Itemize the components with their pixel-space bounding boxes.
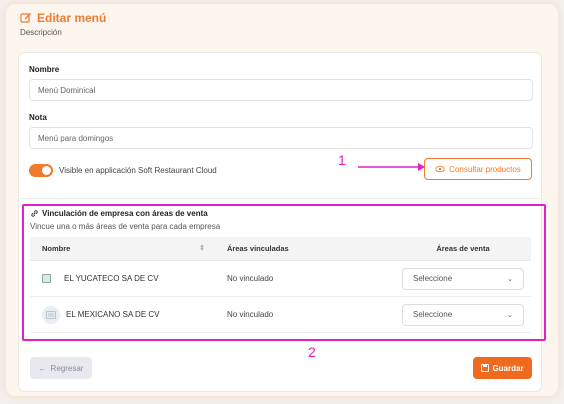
page-subtitle: Descripción [20, 28, 62, 37]
edit-icon [20, 13, 31, 23]
select-value: Seleccione [413, 310, 453, 319]
select-value: Seleccione [413, 274, 453, 283]
back-button[interactable]: ← Regresar [30, 357, 92, 379]
save-button[interactable]: Guardar [473, 357, 532, 379]
back-button-label: Regresar [50, 363, 84, 373]
nota-field[interactable]: Menú para domingos [29, 127, 533, 149]
company-name: EL YUCATECO SA DE CV [64, 274, 159, 283]
column-areas-venta: Áreas de venta [436, 244, 490, 253]
annotation-2: 2 [308, 344, 316, 360]
sales-area-select[interactable]: Seleccione ⌄ [402, 303, 524, 326]
nombre-field[interactable]: Menú Dominical [29, 79, 533, 101]
linking-title: Vinculación de empresa con áreas de vent… [30, 209, 208, 218]
consult-products-label: Consultar productos [449, 164, 521, 174]
chevron-down-icon: ⌄ [507, 275, 513, 283]
eye-icon [435, 165, 445, 173]
sort-icon[interactable]: ⇕ [199, 244, 205, 253]
column-nombre[interactable]: Nombre ⇕ [30, 244, 215, 253]
company-name: EL MEXICANO SA DE CV [66, 310, 160, 319]
table-row: · EL YUCATECO SA DE CV No vinculado Sele… [30, 261, 531, 297]
linking-subtitle: Vincue una o más áreas de venta para cad… [30, 222, 221, 231]
company-name-cell: · EL YUCATECO SA DE CV [30, 272, 215, 286]
company-name-cell: EL MEXICANO SA DE CV [30, 305, 215, 324]
annotation-1: 1 [338, 152, 346, 168]
broken-image-icon: · [42, 272, 58, 286]
consult-products-button[interactable]: Consultar productos [424, 158, 532, 180]
column-areas-vinculadas: Áreas vinculadas [227, 244, 289, 253]
linking-title-text: Vinculación de empresa con áreas de vent… [42, 209, 208, 218]
table-row: EL MEXICANO SA DE CV No vinculado Selecc… [30, 297, 531, 333]
visible-toggle-label: Visible en applicación Soft Restaurant C… [59, 166, 217, 175]
companies-table: Nombre ⇕ Áreas vinculadas Áreas de venta… [30, 237, 531, 333]
chevron-down-icon: ⌄ [507, 311, 513, 319]
arrow-left-icon: ← [38, 363, 47, 373]
link-icon [31, 210, 38, 217]
company-logo-icon [42, 305, 60, 324]
nota-label: Nota [29, 113, 47, 122]
column-nombre-label: Nombre [42, 244, 71, 253]
linked-areas: No vinculado [227, 274, 274, 283]
sales-area-select[interactable]: Seleccione ⌄ [402, 267, 524, 290]
nombre-label: Nombre [29, 65, 60, 74]
page-header: Editar menú [20, 11, 106, 25]
page-title: Editar menú [37, 11, 107, 25]
toggle-knob [42, 166, 51, 175]
save-button-label: Guardar [492, 363, 524, 373]
annotation-arrow-icon [358, 163, 425, 171]
table-header: Nombre ⇕ Áreas vinculadas Áreas de venta [30, 237, 531, 261]
visible-toggle[interactable] [29, 164, 53, 177]
save-icon [481, 364, 490, 372]
section-divider [19, 198, 541, 199]
linked-areas: No vinculado [227, 310, 274, 319]
